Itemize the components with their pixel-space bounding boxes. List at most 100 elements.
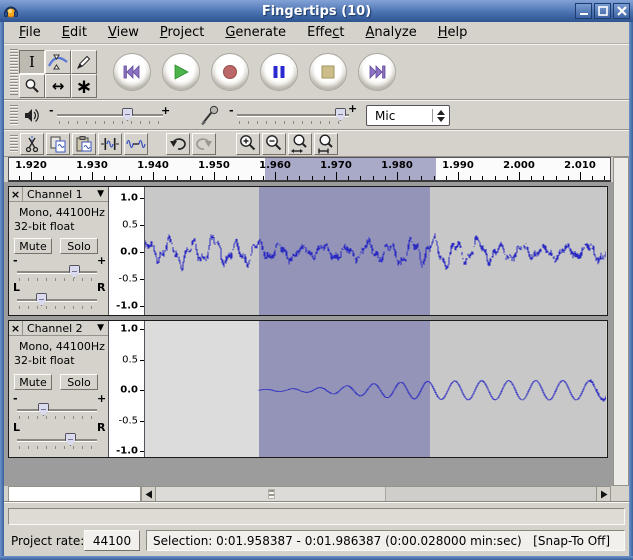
track1-mute-button[interactable]: Mute [14,238,52,254]
project-rate-value[interactable]: 44100 [84,530,140,551]
track1-close-button[interactable]: × [9,187,23,201]
fit-selection-button[interactable] [288,133,312,155]
menu-generate[interactable]: Generate [219,24,292,41]
ruler-major-tick [580,172,581,180]
cut-button[interactable] [20,133,44,155]
menu-project[interactable]: Project [154,24,211,41]
output-volume-slider[interactable] [57,108,163,124]
minimize-button[interactable] [575,3,592,19]
window-border [0,556,633,560]
input-plus-label: + [348,102,357,115]
track2-pan-slider[interactable] [17,433,97,449]
horizontal-scrollbar-track[interactable] [156,486,596,502]
track1-solo-button[interactable]: Solo [60,238,98,254]
zoom-out-button[interactable] [262,133,286,155]
ruler-minor-tick [360,176,361,180]
menu-view[interactable]: View [102,24,145,41]
ruler-time-label: 1.990 [442,160,474,171]
menu-analyze[interactable]: Analyze [360,24,423,41]
ruler-minor-tick [177,176,178,180]
trim-button[interactable] [98,133,122,155]
menu-file[interactable]: File [13,24,47,41]
track1-pan-thumb[interactable] [36,293,47,306]
axis-label: 0.5 [122,354,138,365]
zoom-tool-button[interactable] [19,74,45,98]
ruler-major-tick [92,172,93,180]
track2-solo-button[interactable]: Solo [60,374,98,390]
stop-button[interactable] [309,53,347,91]
scroll-right-button[interactable] [596,486,611,502]
menu-edit[interactable]: Edit [56,24,93,41]
selection-tool-button[interactable]: I [19,50,45,74]
input-volume-slider[interactable] [237,108,349,124]
scroll-left-button[interactable] [141,486,156,502]
selection-status: Selection: 0:01.958387 - 0:01.986387 (0:… [146,530,625,551]
draw-tool-button[interactable] [71,50,97,74]
axis-tick [140,279,144,280]
ruler-minor-tick [409,176,410,180]
ruler-minor-tick [568,176,569,180]
ruler-minor-tick [263,176,264,180]
input-source-select[interactable]: Mic [366,105,450,126]
axis-tick [140,306,144,307]
toolbar-grip[interactable] [10,135,18,152]
horizontal-scrollbar-thumb[interactable] [156,487,386,501]
zoom-in-button[interactable] [236,133,260,155]
time-shift-tool-button[interactable]: ↔ [45,74,71,98]
envelope-tool-button[interactable] [45,50,71,74]
close-button[interactable] [613,3,630,19]
axis-label: -0.5 [118,415,138,426]
menu-help[interactable]: Help [432,24,474,41]
track2-pan-thumb[interactable] [65,433,76,446]
track2-mute-button[interactable]: Mute [14,374,52,390]
maximize-button[interactable] [594,3,611,19]
output-volume-thumb[interactable] [122,108,133,121]
skip-to-end-button[interactable] [358,53,396,91]
skip-to-start-button[interactable] [113,53,151,91]
ruler-minor-tick [507,176,508,180]
track1-waveform[interactable] [145,187,607,315]
pause-icon [272,65,286,79]
toolbar-grip[interactable] [10,49,18,95]
audacity-window: Fingertips (10) File Edit View Project Gener… [0,0,633,560]
multi-tool-button[interactable]: ∗ [71,74,97,98]
record-button[interactable] [211,53,249,91]
scrollbar-thumb-grip [268,489,275,499]
fit-project-button[interactable] [314,133,338,155]
timeline-ruler[interactable]: 1.9201.9301.9401.9501.9601.9701.9801.990… [8,157,611,182]
undo-icon [169,136,187,152]
track2-close-button[interactable]: × [9,321,23,335]
silence-button[interactable] [124,133,148,155]
ruler-minor-tick [80,176,81,180]
play-button[interactable] [162,53,200,91]
fit-selection-icon [290,134,310,154]
track2-pan-right: R [97,421,105,434]
paste-button[interactable] [72,133,96,155]
zoom-out-icon [264,134,284,154]
pause-button[interactable] [260,53,298,91]
ruler-minor-tick [495,176,496,180]
track2-menu-dropdown-icon[interactable]: ▼ [97,323,108,333]
ruler-minor-tick [251,176,252,180]
track1-gain-thumb[interactable] [69,265,80,278]
track2-vertical-ruler: 1.00.50.0-0.5-1.0 [109,321,145,457]
redo-button[interactable] [192,133,216,155]
title-bar[interactable]: Fingertips (10) [0,0,633,22]
copy-icon [49,135,67,153]
copy-button[interactable] [46,133,70,155]
input-volume-thumb[interactable] [335,108,346,121]
track1-gain-slider[interactable] [17,265,97,281]
vertical-scrollbar[interactable] [613,157,629,486]
select-spinner[interactable] [433,110,449,122]
track1-menu-dropdown-icon[interactable]: ▼ [97,189,108,199]
axis-label: -1.0 [116,446,138,457]
toolbar-grip[interactable] [10,105,18,125]
track2-gain-thumb[interactable] [38,403,49,416]
track2-gain-slider[interactable] [17,403,97,419]
track1-header: × Channel 1 ▼ Mono, 44100Hz 32-bit float… [9,187,109,315]
track1-pan-slider[interactable] [17,293,97,309]
track2-waveform[interactable] [145,321,607,457]
menu-effect[interactable]: Effect [301,24,350,41]
undo-button[interactable] [166,133,190,155]
ruler-minor-tick [385,176,386,180]
